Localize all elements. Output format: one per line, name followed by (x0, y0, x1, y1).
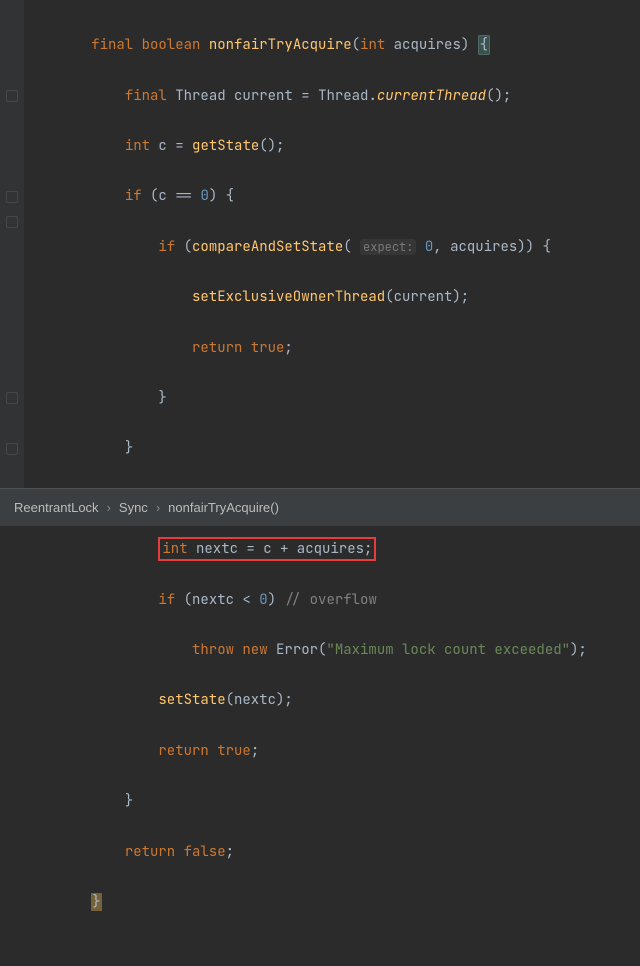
breadcrumb-item[interactable]: ReentrantLock (14, 500, 99, 515)
highlighted-line: int nextc = c + acquires; (158, 537, 376, 561)
editor-area: final boolean nonfairTryAcquire(int acqu… (0, 0, 640, 488)
fold-icon[interactable] (6, 90, 18, 102)
number: 0 (425, 238, 433, 256)
keyword: final (125, 87, 167, 105)
param-hint: expect: (360, 239, 416, 255)
keyword: final (91, 36, 133, 54)
comment: // overflow (284, 591, 376, 609)
keyword: boolean (142, 36, 201, 54)
method-call: currentThread (377, 87, 486, 105)
keyword: if (125, 187, 142, 205)
keyword: return false (125, 843, 226, 861)
string: "Maximum lock count exceeded" (326, 641, 570, 659)
fold-icon[interactable] (6, 443, 18, 455)
breadcrumb-item[interactable]: Sync (119, 500, 148, 515)
breadcrumb[interactable]: ReentrantLock › Sync › nonfairTryAcquire… (0, 488, 640, 526)
chevron-right-icon: › (107, 500, 111, 515)
var: c (158, 137, 166, 155)
fold-icon[interactable] (6, 216, 18, 228)
number: 0 (259, 591, 267, 609)
code-editor[interactable]: final boolean nonfairTryAcquire(int acqu… (24, 0, 587, 488)
method-call: setState (158, 691, 225, 709)
keyword: return true (192, 339, 284, 357)
fold-icon[interactable] (6, 392, 18, 404)
param: acquires (394, 36, 461, 54)
chevron-right-icon: › (156, 500, 160, 515)
keyword: return true (158, 742, 250, 760)
method-call: setExclusiveOwnerThread (192, 288, 385, 306)
class: Error (276, 641, 318, 659)
fold-icon[interactable] (6, 191, 18, 203)
brace-close: } (91, 893, 101, 911)
keyword: if (158, 591, 175, 609)
keyword: int (360, 36, 385, 54)
keyword: int (125, 137, 150, 155)
method-name: nonfairTryAcquire (209, 36, 352, 54)
var: current (234, 87, 293, 105)
gutter (0, 0, 24, 488)
type: Thread (175, 87, 225, 105)
class: Thread (318, 87, 368, 105)
brace-open: { (478, 35, 490, 55)
brace: } (125, 792, 133, 810)
brace: } (125, 439, 133, 457)
keyword: throw new (192, 641, 268, 659)
method-call: getState (192, 137, 259, 155)
brace: } (158, 389, 166, 407)
breadcrumb-item[interactable]: nonfairTryAcquire() (168, 500, 279, 515)
keyword: if (158, 238, 175, 256)
number: 0 (200, 187, 208, 205)
method-call: compareAndSetState (192, 238, 343, 256)
